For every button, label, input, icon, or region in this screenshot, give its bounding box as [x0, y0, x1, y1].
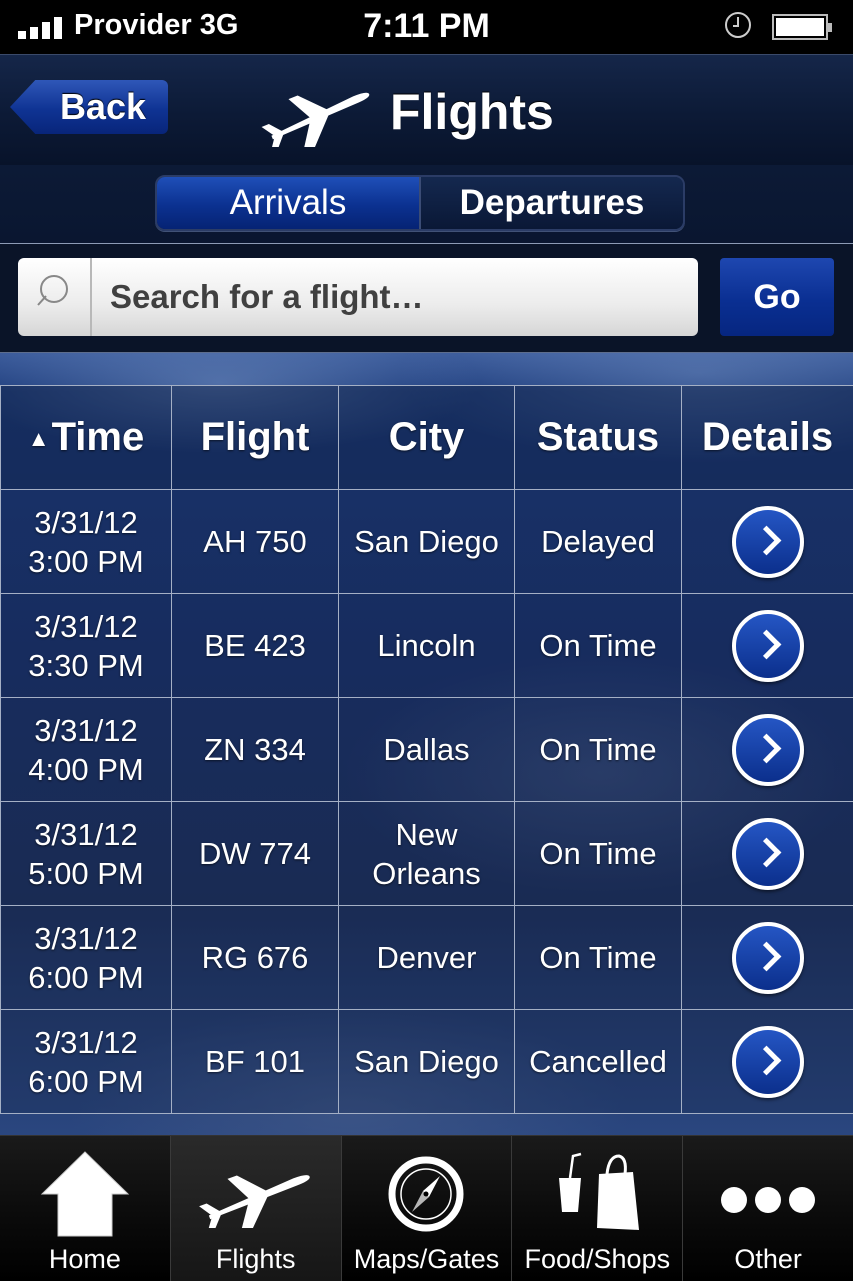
tab-other-label: Other [734, 1244, 802, 1275]
search-placeholder: Search for a flight… [110, 278, 424, 316]
back-button[interactable]: Back [10, 80, 168, 134]
status-bar: Provider 3G 7:11 PM [0, 0, 853, 54]
cell-time: 6:00 PM [28, 1064, 143, 1099]
tab-home-label: Home [49, 1244, 121, 1275]
table-row: 3/31/12 3:30 PM BE 423 Lincoln On Time [1, 594, 853, 698]
cell-details [682, 1010, 853, 1114]
cell-date: 3/31/12 [34, 817, 137, 852]
tab-maps-gates[interactable]: Maps/Gates [341, 1136, 512, 1281]
go-button[interactable]: Go [720, 258, 834, 336]
cell-status: Cancelled [515, 1010, 682, 1114]
header-time-label: Time [52, 415, 145, 459]
sort-ascending-icon: ▲ [28, 426, 50, 451]
cell-flight: ZN 334 [172, 698, 339, 802]
search-icon [18, 258, 92, 336]
tab-flights[interactable]: Flights [170, 1136, 341, 1281]
cell-time: 3:00 PM [28, 544, 143, 579]
cell-city: New Orleans [339, 802, 515, 906]
cell-status: On Time [515, 594, 682, 698]
segment-departures[interactable]: Departures [419, 177, 683, 229]
table-row: 3/31/12 6:00 PM BF 101 San Diego Cancelle… [1, 1010, 853, 1114]
flights-table: ▲Time Flight City Status Details 3/31/12… [0, 385, 853, 1114]
details-chevron-button[interactable] [732, 922, 804, 994]
home-icon [40, 1150, 130, 1238]
search-bar: Search for a flight… Go [0, 244, 853, 353]
arrivals-departures-toggle: Arrivals Departures [155, 175, 685, 231]
cell-city: San Diego [339, 490, 515, 594]
cell-datetime: 3/31/12 4:00 PM [1, 698, 172, 802]
header-flight[interactable]: Flight [172, 386, 339, 490]
tab-maps-gates-label: Maps/Gates [354, 1244, 500, 1275]
cell-details [682, 802, 853, 906]
food-shops-icon [547, 1150, 647, 1230]
header-city[interactable]: City [339, 386, 515, 490]
cell-status: On Time [515, 802, 682, 906]
tab-food-shops[interactable]: Food/Shops [511, 1136, 682, 1281]
cell-status: On Time [515, 698, 682, 802]
cell-details [682, 906, 853, 1010]
segment-bar: Arrivals Departures [0, 165, 853, 244]
table-row: 3/31/12 4:00 PM ZN 334 Dallas On Time [1, 698, 853, 802]
cell-details [682, 490, 853, 594]
details-chevron-button[interactable] [732, 610, 804, 682]
details-chevron-button[interactable] [732, 1026, 804, 1098]
compass-icon [388, 1156, 464, 1232]
cell-datetime: 3/31/12 6:00 PM [1, 906, 172, 1010]
more-icon [720, 1180, 816, 1220]
details-chevron-button[interactable] [732, 714, 804, 786]
cell-datetime: 3/31/12 6:00 PM [1, 1010, 172, 1114]
header-status[interactable]: Status [515, 386, 682, 490]
cell-flight: BE 423 [172, 594, 339, 698]
battery-icon [772, 14, 828, 40]
details-chevron-button[interactable] [732, 506, 804, 578]
cell-city: San Diego [339, 1010, 515, 1114]
cell-status: Delayed [515, 490, 682, 594]
cell-time: 5:00 PM [28, 856, 143, 891]
airplane-icon [194, 1158, 318, 1228]
cell-date: 3/31/12 [34, 1025, 137, 1060]
cell-details [682, 698, 853, 802]
cell-city: Lincoln [339, 594, 515, 698]
cell-datetime: 3/31/12 3:30 PM [1, 594, 172, 698]
cell-city: Dallas [339, 698, 515, 802]
cell-date: 3/31/12 [34, 921, 137, 956]
table-row: 3/31/12 3:00 PM AH 750 San Diego Delayed [1, 490, 853, 594]
segment-arrivals[interactable]: Arrivals [157, 177, 419, 229]
tab-other[interactable]: Other [682, 1136, 853, 1281]
cell-date: 3/31/12 [34, 713, 137, 748]
search-input[interactable]: Search for a flight… [18, 258, 698, 336]
cell-flight: RG 676 [172, 906, 339, 1010]
tab-flights-label: Flights [216, 1244, 296, 1275]
header-time[interactable]: ▲Time [1, 386, 172, 490]
navigation-bar: Back Flights [0, 54, 853, 166]
cell-datetime: 3/31/12 5:00 PM [1, 802, 172, 906]
table-header-row: ▲Time Flight City Status Details [1, 386, 853, 490]
cell-flight: DW 774 [172, 802, 339, 906]
tab-home[interactable]: Home [0, 1136, 170, 1281]
page-title: Flights [390, 83, 554, 141]
alarm-clock-icon [725, 12, 751, 38]
cell-flight: BF 101 [172, 1010, 339, 1114]
airplane-icon [258, 77, 376, 147]
tab-bar: Home Flights Maps/Gates [0, 1135, 853, 1281]
cell-time: 3:30 PM [28, 648, 143, 683]
flight-list-area: ▲Time Flight City Status Details 3/31/12… [0, 353, 853, 1135]
details-chevron-button[interactable] [732, 818, 804, 890]
cell-flight: AH 750 [172, 490, 339, 594]
cell-date: 3/31/12 [34, 505, 137, 540]
cell-status: On Time [515, 906, 682, 1010]
table-row: 3/31/12 6:00 PM RG 676 Denver On Time [1, 906, 853, 1010]
cell-date: 3/31/12 [34, 609, 137, 644]
cell-datetime: 3/31/12 3:00 PM [1, 490, 172, 594]
header-details: Details [682, 386, 853, 490]
cell-city: Denver [339, 906, 515, 1010]
cell-time: 4:00 PM [28, 752, 143, 787]
cell-details [682, 594, 853, 698]
table-row: 3/31/12 5:00 PM DW 774 New Orleans On Tim… [1, 802, 853, 906]
tab-food-shops-label: Food/Shops [524, 1244, 670, 1275]
cell-time: 6:00 PM [28, 960, 143, 995]
